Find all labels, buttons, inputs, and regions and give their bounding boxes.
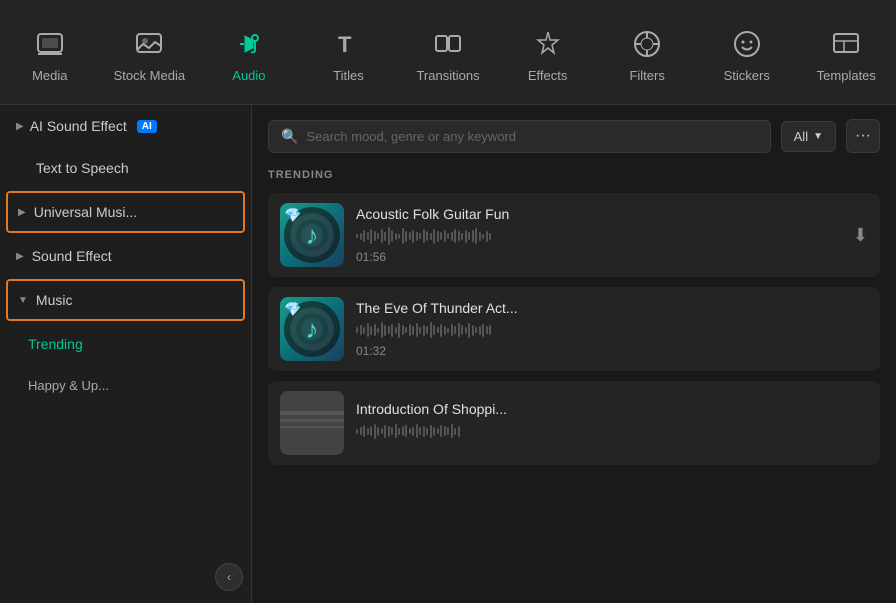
music-note-icon-1: ♪: [306, 220, 319, 251]
nav-audio-label: Audio: [232, 68, 265, 83]
nav-templates[interactable]: Templates: [797, 20, 896, 89]
track-card-3[interactable]: Introduction Of Shoppi...: [268, 381, 880, 465]
nav-transitions[interactable]: Transitions: [398, 20, 498, 89]
nav-stock-media-label: Stock Media: [114, 68, 186, 83]
track-card-1[interactable]: 💎 ♪ Acoustic Folk Guitar Fun 01:56 ⬇: [268, 193, 880, 277]
nav-stickers-label: Stickers: [724, 68, 770, 83]
nav-effects[interactable]: Effects: [498, 20, 598, 89]
premium-badge-1: 💎: [284, 207, 301, 224]
waveform-3: [356, 421, 868, 441]
track-thumbnail-2: 💎 ♪: [280, 297, 344, 361]
collapse-icon: ‹: [227, 570, 231, 584]
nav-titles[interactable]: T Titles: [299, 20, 399, 89]
sidebar-item-trending[interactable]: Trending: [0, 323, 251, 365]
nav-effects-label: Effects: [528, 68, 568, 83]
sidebar-universal-music-label: Universal Musi...: [34, 204, 137, 220]
waveform-1: [356, 226, 841, 246]
track-info-2: The Eve Of Thunder Act... 01:32: [356, 300, 868, 358]
svg-text:T: T: [338, 32, 352, 57]
search-input-wrapper[interactable]: 🔍: [268, 120, 771, 153]
track-thumbnail-1: 💎 ♪: [280, 203, 344, 267]
chevron-right-icon-3: ▶: [16, 251, 24, 262]
sidebar-happy-up-label: Happy & Up...: [28, 378, 109, 393]
more-icon: ···: [855, 127, 871, 145]
nav-audio[interactable]: Audio: [199, 20, 299, 89]
download-button-1[interactable]: ⬇: [853, 225, 868, 246]
sidebar-item-universal-music[interactable]: ▶ Universal Musi...: [6, 191, 245, 233]
transitions-icon: [430, 26, 466, 62]
nav-stock-media[interactable]: Stock Media: [100, 20, 200, 89]
nav-media[interactable]: Media: [0, 20, 100, 89]
ai-badge: AI: [137, 120, 157, 133]
sidebar-item-music[interactable]: ▼ Music: [6, 279, 245, 321]
titles-icon: T: [330, 26, 366, 62]
chevron-down-icon: ▼: [18, 295, 28, 306]
chevron-down-icon-filter: ▼: [813, 131, 823, 142]
nav-stickers[interactable]: Stickers: [697, 20, 797, 89]
sidebar-item-sound-effect[interactable]: ▶ Sound Effect: [0, 235, 251, 277]
sidebar-sound-effect-label: Sound Effect: [32, 248, 112, 264]
track-title-3: Introduction Of Shoppi...: [356, 401, 868, 417]
search-input[interactable]: [306, 129, 757, 144]
track-duration-1: 01:56: [356, 250, 841, 264]
track-duration-2: 01:32: [356, 344, 868, 358]
filters-icon: [629, 26, 665, 62]
audio-icon: [231, 26, 267, 62]
music-note-icon-2: ♪: [306, 314, 319, 345]
sidebar-item-happy-up[interactable]: Happy & Up...: [0, 365, 251, 406]
track-title-1: Acoustic Folk Guitar Fun: [356, 206, 841, 222]
nav-filters-label: Filters: [629, 68, 664, 83]
search-bar: 🔍 All ▼ ···: [268, 119, 880, 153]
waveform-2: [356, 320, 868, 340]
stickers-icon: [729, 26, 765, 62]
track-title-2: The Eve Of Thunder Act...: [356, 300, 868, 316]
nav-templates-label: Templates: [817, 68, 876, 83]
sidebar-item-text-to-speech[interactable]: Text to Speech: [0, 147, 251, 189]
top-navigation: Media Stock Media Audio T: [0, 0, 896, 105]
sidebar-item-ai-sound-effect[interactable]: ▶ AI Sound Effect AI: [0, 105, 251, 147]
chevron-right-icon-2: ▶: [18, 207, 26, 218]
chevron-right-icon: ▶: [16, 121, 24, 132]
nav-media-label: Media: [32, 68, 67, 83]
track-info-1: Acoustic Folk Guitar Fun 01:56: [356, 206, 841, 264]
sidebar-ai-sound-label: AI Sound Effect: [30, 118, 127, 134]
sidebar-text-to-speech-label: Text to Speech: [36, 160, 129, 176]
templates-icon: [828, 26, 864, 62]
more-options-button[interactable]: ···: [846, 119, 880, 153]
main-area: ▶ AI Sound Effect AI Text to Speech ▶ Un…: [0, 105, 896, 603]
track-info-3: Introduction Of Shoppi...: [356, 401, 868, 445]
sidebar: ▶ AI Sound Effect AI Text to Speech ▶ Un…: [0, 105, 252, 603]
right-content-area: 🔍 All ▼ ··· TRENDING 💎 ♪ Acoustic Folk G…: [252, 105, 896, 603]
sidebar-trending-label: Trending: [28, 336, 83, 352]
track-thumbnail-3: [280, 391, 344, 455]
filter-all-button[interactable]: All ▼: [781, 121, 836, 152]
nav-transitions-label: Transitions: [416, 68, 479, 83]
nav-titles-label: Titles: [333, 68, 364, 83]
stock-media-icon: [131, 26, 167, 62]
search-icon: 🔍: [281, 128, 298, 145]
nav-filters[interactable]: Filters: [597, 20, 697, 89]
effects-icon: [530, 26, 566, 62]
premium-badge-2: 💎: [284, 301, 301, 318]
sidebar-music-label: Music: [36, 292, 73, 308]
track-card-2[interactable]: 💎 ♪ The Eve Of Thunder Act... 01:32: [268, 287, 880, 371]
filter-label: All: [794, 129, 808, 144]
trending-section-label: TRENDING: [268, 169, 880, 181]
media-icon: [32, 26, 68, 62]
collapse-sidebar-button[interactable]: ‹: [215, 563, 243, 591]
